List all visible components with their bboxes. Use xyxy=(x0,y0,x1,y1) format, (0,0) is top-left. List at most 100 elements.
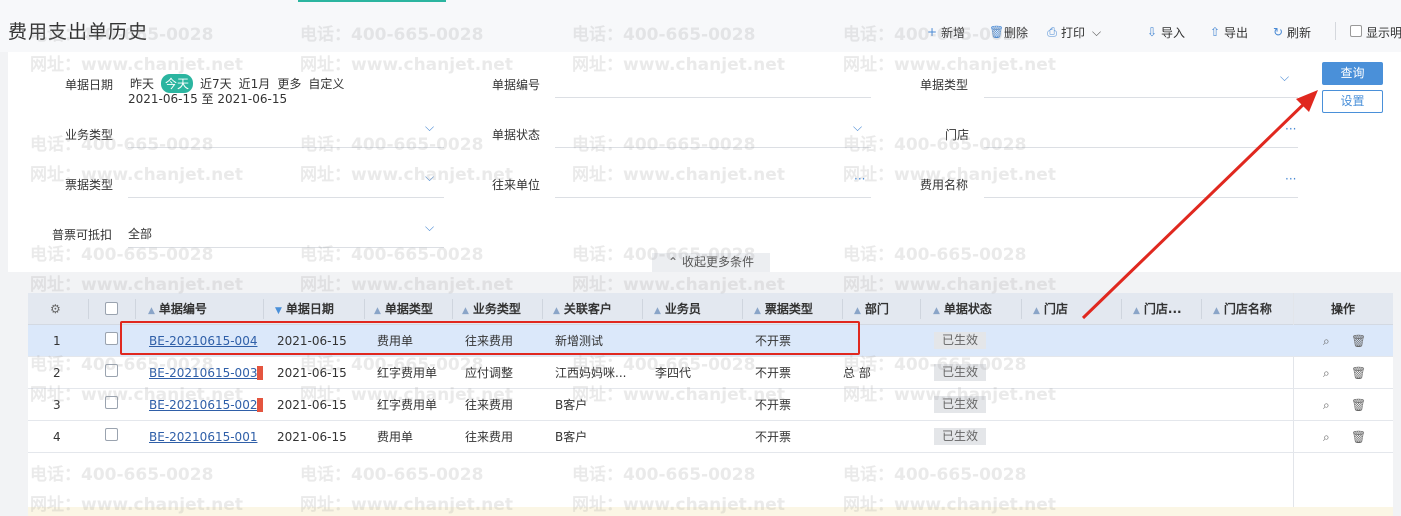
active-tab-indicator xyxy=(298,0,446,2)
cell-biz-type: 应付调整 xyxy=(465,366,514,380)
view-icon[interactable]: ⌕ xyxy=(1323,334,1330,349)
doc-no-link[interactable]: BE-20210615-001 xyxy=(149,421,257,453)
column-settings-icon[interactable]: ⚙ xyxy=(50,293,61,325)
row-checkbox[interactable] xyxy=(105,428,118,441)
date-label: 单据日期 xyxy=(65,78,114,92)
deductible-value: 全部 xyxy=(128,227,153,241)
header-store[interactable]: ▲ 门店 xyxy=(1033,293,1068,325)
trash-icon[interactable]: 🗑 xyxy=(1351,430,1366,444)
view-icon[interactable]: ⌕ xyxy=(1323,430,1330,445)
trash-icon[interactable]: 🗑 xyxy=(1351,398,1366,412)
header-dept[interactable]: ▲ 部门 xyxy=(854,293,889,325)
more-dots-icon[interactable]: ··· xyxy=(1285,172,1296,186)
header-divider xyxy=(642,299,643,319)
delete-button[interactable]: 🗑 删除 xyxy=(989,22,1028,42)
cell-salesman: 李四代 xyxy=(655,366,692,380)
new-button[interactable]: + 新增 xyxy=(926,22,965,42)
grid-footer-bar xyxy=(28,507,1393,516)
doc-no-input[interactable] xyxy=(555,97,871,98)
row-index: 2 xyxy=(53,366,61,380)
more-dots-icon[interactable]: ··· xyxy=(854,172,865,186)
print-button-label: 打印 xyxy=(1061,25,1086,40)
doc-status-select[interactable] xyxy=(555,147,871,148)
printer-icon: ⎙ xyxy=(1047,25,1057,39)
view-icon[interactable]: ⌕ xyxy=(1323,398,1330,413)
doc-status-label: 单据状态 xyxy=(492,128,541,142)
trash-icon[interactable]: 🗑 xyxy=(1351,334,1366,348)
row-index: 1 xyxy=(53,334,61,348)
status-badge: 已生效 xyxy=(934,364,987,381)
table-row[interactable]: 3 BE-20210615-002 2021-06-15 红字费用单 往来费用 … xyxy=(28,389,1393,421)
deductible-label: 普票可抵扣 xyxy=(52,228,113,242)
chevron-down-icon[interactable]: ⌵ xyxy=(853,120,862,135)
header-store-name[interactable]: ▲ 门店名称 xyxy=(1213,293,1272,325)
header-status-text: 单据状态 xyxy=(943,302,992,316)
header-divider xyxy=(1021,299,1022,319)
more-dots-icon[interactable]: ··· xyxy=(1285,122,1296,136)
header-date-text: 单据日期 xyxy=(285,302,334,316)
export-button[interactable]: ⇧ 导出 xyxy=(1209,22,1248,42)
print-button[interactable]: ⎙ 打印 ⌵ xyxy=(1046,22,1101,42)
store-input[interactable] xyxy=(984,147,1298,148)
watermark-site: 网址：www.chanjet.net xyxy=(572,275,785,295)
trash-icon: 🗑 xyxy=(989,25,1005,39)
expense-name-input[interactable] xyxy=(984,197,1298,198)
row-checkbox[interactable] xyxy=(105,396,118,409)
row-checkbox[interactable] xyxy=(105,332,118,345)
header-divider xyxy=(88,299,89,319)
collapse-conditions-label: 收起更多条件 xyxy=(682,255,755,269)
export-icon: ⇧ xyxy=(1209,25,1221,39)
refresh-button-label: 刷新 xyxy=(1287,25,1312,40)
partner-label: 往来单位 xyxy=(492,178,541,192)
export-button-label: 导出 xyxy=(1224,25,1249,40)
header-status[interactable]: ▲ 单据状态 xyxy=(933,293,992,325)
cell-invoice: 不开票 xyxy=(755,430,792,444)
trash-icon[interactable]: 🗑 xyxy=(1351,366,1366,380)
view-icon[interactable]: ⌕ xyxy=(1323,366,1330,381)
cell-date: 2021-06-15 xyxy=(277,366,347,380)
doc-type-label: 单据类型 xyxy=(920,78,969,92)
header-divider xyxy=(920,299,921,319)
collapse-conditions-button[interactable]: ⌃ 收起更多条件 xyxy=(652,253,770,272)
doc-no-link[interactable]: BE-20210615-002 xyxy=(149,389,257,421)
biz-type-select[interactable] xyxy=(128,147,444,148)
cell-customer: 江西妈妈咪... xyxy=(555,366,627,380)
header-invoice-text: 票据类型 xyxy=(764,302,813,316)
select-all-checkbox[interactable] xyxy=(105,302,118,315)
cell-date: 2021-06-15 xyxy=(277,430,347,444)
refresh-button[interactable]: ↻ 刷新 xyxy=(1272,22,1311,42)
deductible-select[interactable] xyxy=(128,247,444,248)
filter-panel: 单据日期 昨天 今天 近7天 近1月 更多 自定义 2021-06-15 至 2… xyxy=(8,52,1401,272)
chevron-down-icon[interactable]: ⌵ xyxy=(425,120,434,135)
table-row[interactable]: 4 BE-20210615-001 2021-06-15 费用单 往来费用 B客… xyxy=(28,421,1393,453)
row-checkbox[interactable] xyxy=(105,364,118,377)
status-badge: 已生效 xyxy=(934,428,987,445)
settings-button[interactable]: 设置 xyxy=(1322,90,1383,113)
header-divider xyxy=(1121,299,1122,319)
cell-customer: B客户 xyxy=(555,398,588,412)
doc-type-select[interactable] xyxy=(984,97,1298,98)
header-divider xyxy=(452,299,453,319)
cell-customer: B客户 xyxy=(555,430,588,444)
header-divider xyxy=(364,299,365,319)
highlight-box xyxy=(120,321,860,355)
header-store-code[interactable]: ▲ 门店... xyxy=(1133,293,1182,325)
show-detail-checkbox[interactable] xyxy=(1350,25,1362,37)
doc-no-link[interactable]: BE-20210615-003 xyxy=(149,357,257,389)
header-store-text: 门店 xyxy=(1043,302,1068,316)
date-range: 2021-06-15 至 2021-06-15 xyxy=(128,92,288,106)
import-icon: ⇩ xyxy=(1146,25,1158,39)
chevron-down-icon[interactable]: ⌵ xyxy=(1280,70,1289,85)
import-button[interactable]: ⇩ 导入 xyxy=(1146,22,1185,42)
page-title: 费用支出单历史 xyxy=(8,21,149,43)
invoice-type-select[interactable] xyxy=(128,197,444,198)
import-button-label: 导入 xyxy=(1161,25,1186,40)
header-store-name-text: 门店名称 xyxy=(1223,302,1272,316)
partner-input[interactable] xyxy=(555,197,871,198)
date-opt-custom[interactable]: 自定义 xyxy=(308,75,344,92)
table-row[interactable]: 2 BE-20210615-003 2021-06-15 红字费用单 应付调整 … xyxy=(28,357,1393,389)
chevron-down-icon[interactable]: ⌵ xyxy=(425,170,434,185)
query-button[interactable]: 查询 xyxy=(1322,62,1383,85)
chevron-down-icon[interactable]: ⌵ xyxy=(425,220,434,235)
show-detail-label: 显示明 xyxy=(1366,25,1401,40)
